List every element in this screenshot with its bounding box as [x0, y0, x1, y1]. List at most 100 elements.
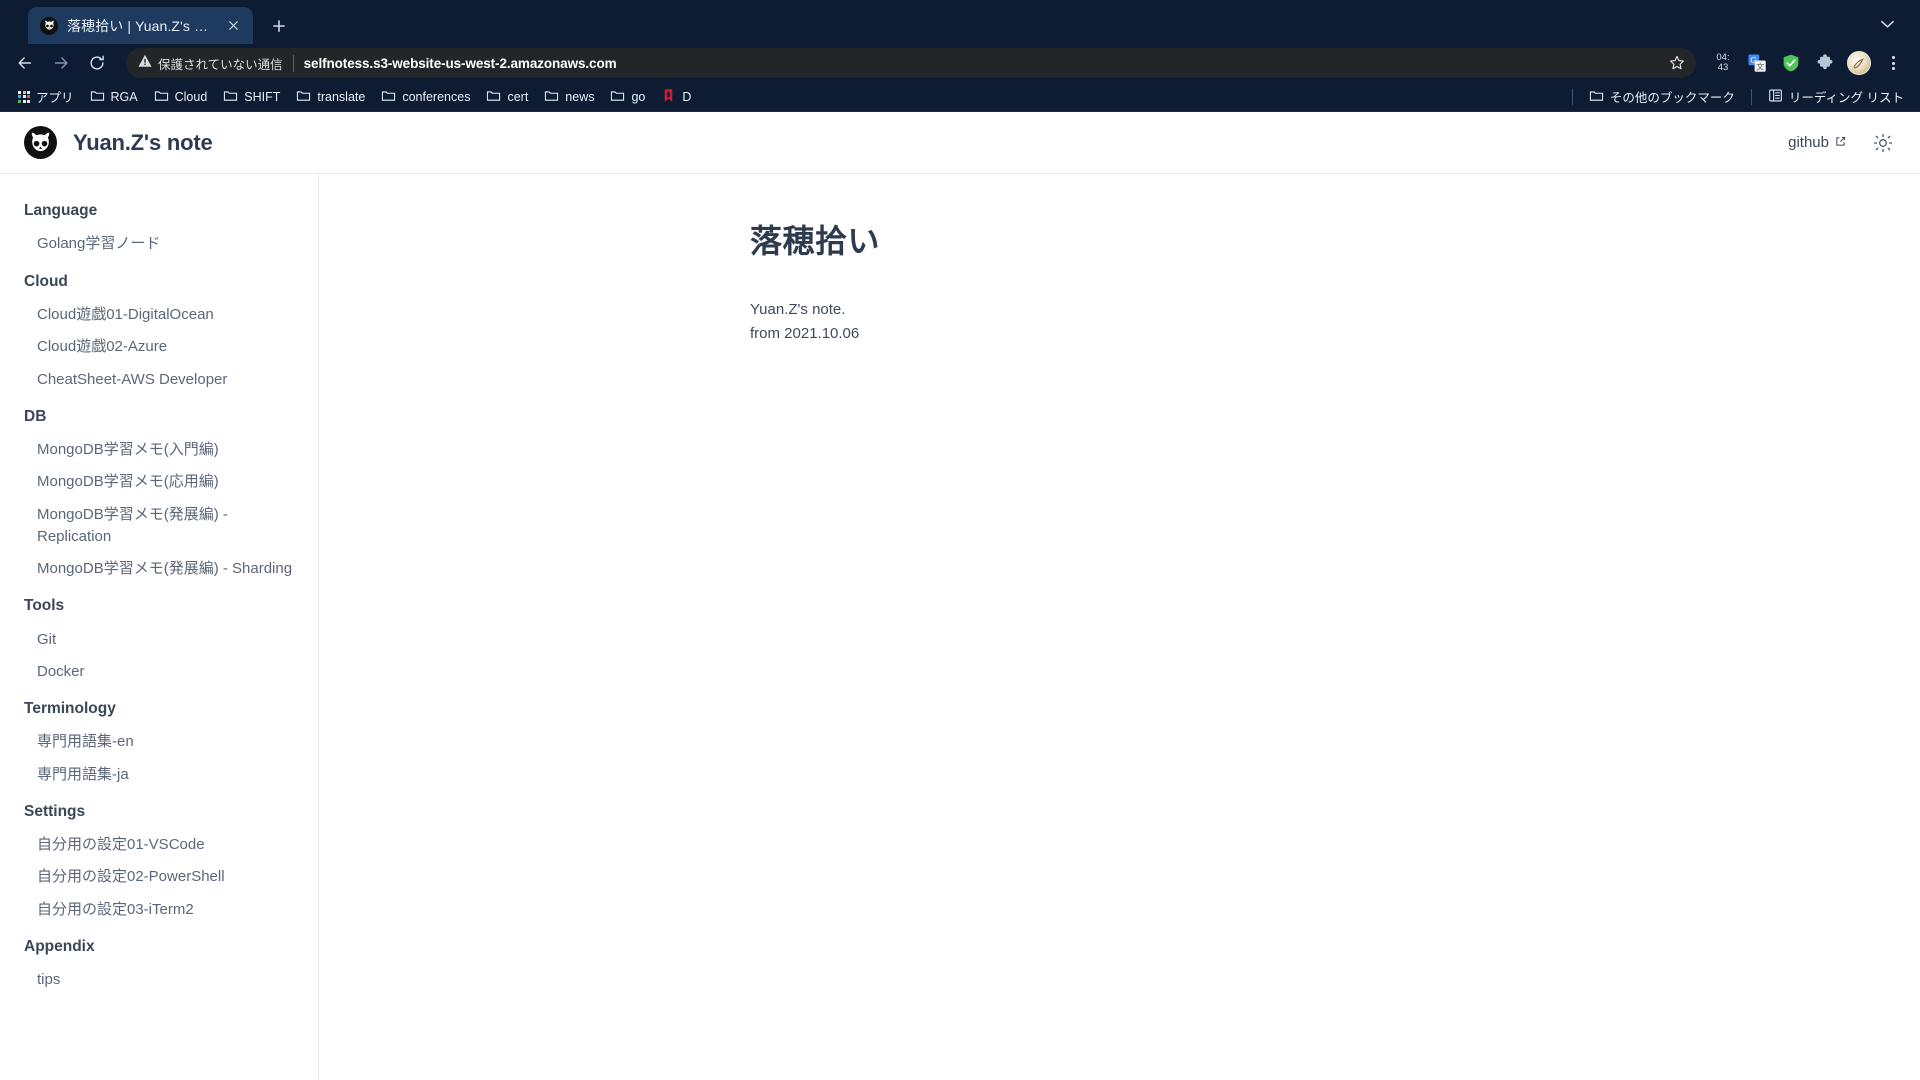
sidebar-item-powershell[interactable]: 自分用の設定02-PowerShell — [24, 861, 300, 893]
sidebar-item-azure[interactable]: Cloud遊戯02-Azure — [24, 331, 300, 363]
folder-icon — [610, 88, 625, 106]
external-link-icon — [1835, 134, 1846, 151]
sidebar-item-git[interactable]: Git — [24, 624, 300, 656]
bookmark-apps[interactable]: アプリ — [10, 84, 82, 109]
reading-list-icon — [1768, 88, 1783, 106]
nav-heading: Terminology — [24, 699, 116, 717]
bookmark-label: conferences — [402, 89, 471, 104]
bookmark-reading-list[interactable]: リーディング リスト — [1760, 84, 1912, 109]
sidebar-item-digitalocean[interactable]: Cloud遊戯01-DigitalOcean — [24, 299, 300, 331]
bookmark-label: その他のブックマーク — [1609, 91, 1735, 105]
page-paragraph: Yuan.Z's note. — [750, 301, 846, 318]
site-header: Yuan.Z's note github — [0, 112, 1920, 174]
tab-title: 落穂拾い | Yuan.Z's note — [67, 17, 215, 34]
nav-group-terminology: Terminology 専門用語集-en 専門用語集-ja — [24, 698, 300, 791]
folder-icon — [223, 88, 238, 106]
folder-icon — [90, 88, 105, 106]
browser-tab-active[interactable]: 落穂拾い | Yuan.Z's note — [28, 7, 253, 44]
owl-logo — [24, 126, 57, 159]
back-arrow-icon[interactable] — [8, 46, 42, 80]
nav-heading: Cloud — [24, 272, 68, 290]
security-status-text: 保護されていない通信 — [158, 57, 283, 72]
bookmark-cert[interactable]: cert — [478, 85, 536, 109]
forward-arrow-icon[interactable] — [44, 46, 78, 80]
folder-icon — [296, 88, 311, 106]
site-header-actions: github — [1788, 132, 1894, 154]
url-text: selfnotess.s3-website-us-west-2.amazonaw… — [303, 55, 617, 71]
site-body: Language Golang学習ノード Cloud Cloud遊戯01-Dig… — [0, 174, 1920, 1080]
bookmark-label: D — [682, 89, 692, 104]
bookmark-label: cert — [507, 89, 529, 104]
nav-heading: Appendix — [24, 937, 95, 955]
bookmark-rga[interactable]: RGA — [82, 85, 146, 109]
bookmark-label: news — [565, 89, 595, 104]
nav-group-db: DB MongoDB学習メモ(入門編) MongoDB学習メモ(応用編) Mon… — [24, 406, 300, 585]
chrome-menu-kebab-icon[interactable] — [1878, 48, 1908, 78]
apps-grid-icon — [18, 90, 30, 103]
star-icon[interactable] — [1664, 50, 1690, 76]
folder-icon — [381, 88, 396, 106]
bookmark-cloud[interactable]: Cloud — [146, 85, 216, 109]
nav-group-cloud: Cloud Cloud遊戯01-DigitalOcean Cloud遊戯02-A… — [24, 271, 300, 396]
github-link[interactable]: github — [1788, 134, 1846, 151]
sidebar-item-vscode[interactable]: 自分用の設定01-VSCode — [24, 829, 300, 861]
sidebar-item-mongodb-intro[interactable]: MongoDB学習メモ(入門編) — [24, 434, 300, 466]
bookmark-label: translate — [317, 89, 366, 104]
nav-group-appendix: Appendix tips — [24, 936, 300, 997]
brand[interactable]: Yuan.Z's note — [24, 126, 213, 159]
sun-icon[interactable] — [1872, 132, 1894, 154]
bookmark-label: アプリ — [36, 91, 74, 105]
extensions-puzzle-icon[interactable] — [1810, 48, 1840, 78]
sidebar-item-mongodb-sharding[interactable]: MongoDB学習メモ(発展編) - Sharding — [24, 553, 300, 585]
sidebar-item-mongodb-applied[interactable]: MongoDB学習メモ(応用編) — [24, 466, 300, 498]
bookmark-label: Cloud — [174, 89, 208, 104]
bookmark-other-bookmarks[interactable]: その他のブックマーク — [1581, 84, 1743, 109]
profile-avatar[interactable] — [1844, 48, 1874, 78]
divider — [1571, 88, 1573, 105]
sidebar-item-terminology-ja[interactable]: 専門用語集-ja — [24, 759, 300, 791]
nav-group-tools: Tools Git Docker — [24, 595, 300, 688]
sidebar-item-tips[interactable]: tips — [24, 964, 300, 996]
divider — [1750, 88, 1752, 105]
tab-strip: 落穂拾い | Yuan.Z's note — [0, 0, 1920, 44]
omnibox-divider — [292, 54, 294, 72]
adblock-shield-icon[interactable] — [1776, 48, 1806, 78]
nav-heading: Tools — [24, 597, 65, 615]
sidebar-item-docker[interactable]: Docker — [24, 656, 300, 688]
close-icon[interactable] — [224, 16, 243, 35]
clock-extension-icon[interactable]: 04: 43 — [1708, 48, 1738, 78]
bookmarks-bar-right: その他のブックマーク リーディング リスト — [1564, 84, 1912, 109]
address-bar[interactable]: 保護されていない通信 selfnotess.s3-website-us-west… — [126, 48, 1696, 78]
google-translate-icon[interactable]: G文 — [1742, 48, 1772, 78]
browser-chrome: 落穂拾い | Yuan.Z's note 保護されていない通信 selfnote… — [0, 0, 1920, 112]
browser-toolbar: 保護されていない通信 selfnotess.s3-website-us-west… — [0, 44, 1920, 82]
nav-group-settings: Settings 自分用の設定01-VSCode 自分用の設定02-PowerS… — [24, 801, 300, 926]
sidebar-item-mongodb-replication[interactable]: MongoDB学習メモ(発展編) - Replication — [24, 499, 300, 553]
sidebar-item-aws-cheatsheet[interactable]: CheatSheet-AWS Developer — [24, 364, 300, 396]
new-tab-button[interactable] — [262, 9, 295, 42]
bookmark-translate[interactable]: translate — [288, 85, 373, 109]
sidebar-item-iterm2[interactable]: 自分用の設定03-iTerm2 — [24, 894, 300, 926]
bookmark-conferences[interactable]: conferences — [373, 85, 478, 109]
bookmark-label: リーディング リスト — [1788, 91, 1904, 105]
security-status[interactable]: 保護されていない通信 — [138, 54, 283, 73]
nav-group-language: Language Golang学習ノード — [24, 200, 300, 261]
folder-icon — [544, 88, 559, 106]
main-content: 落穂拾い Yuan.Z's note. from 2021.10.06 — [319, 174, 1920, 1080]
owl-icon — [40, 16, 58, 35]
site-title: Yuan.Z's note — [73, 129, 213, 155]
github-link-label: github — [1788, 134, 1829, 151]
sidebar-item-terminology-en[interactable]: 専門用語集-en — [24, 726, 300, 758]
clock-minutes: 43 — [1717, 62, 1729, 73]
folder-icon — [486, 88, 501, 106]
bookmark-shift[interactable]: SHIFT — [215, 85, 288, 109]
chevron-down-icon[interactable] — [1876, 13, 1898, 35]
bookmark-news[interactable]: news — [536, 85, 602, 109]
sidebar-item-golang[interactable]: Golang学習ノード — [24, 228, 300, 260]
page-title: 落穂拾い — [750, 223, 881, 259]
bookmark-go[interactable]: go — [602, 85, 653, 109]
reload-icon[interactable] — [80, 46, 114, 80]
bookmark-d[interactable]: D — [653, 85, 699, 109]
page-viewport: Yuan.Z's note github Language Golang学習ノー… — [0, 112, 1920, 1080]
sidebar: Language Golang学習ノード Cloud Cloud遊戯01-Dig… — [0, 174, 319, 1080]
